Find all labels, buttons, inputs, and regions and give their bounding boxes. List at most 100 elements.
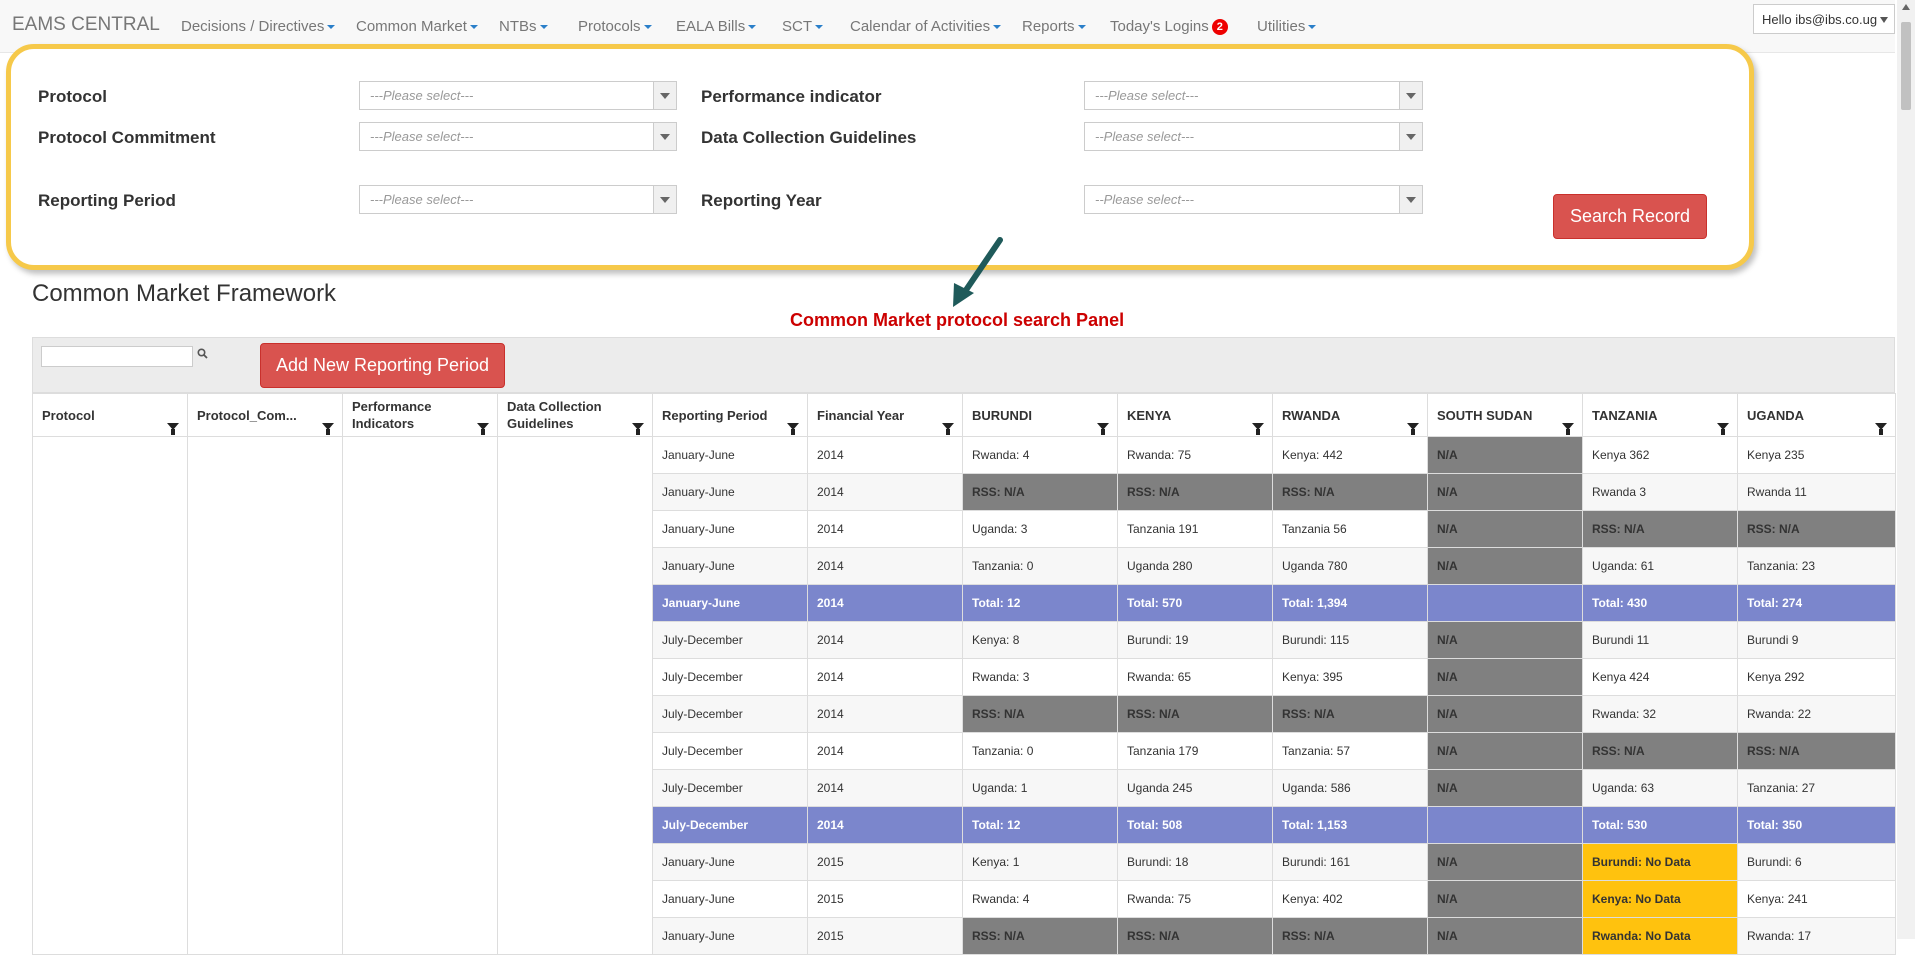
table-cell: Tanzania: 0 [962, 732, 1118, 770]
column-header[interactable]: BURUNDI [962, 393, 1118, 437]
filter-icon[interactable] [1562, 423, 1574, 435]
table-cell: Total: 12 [962, 806, 1118, 844]
table-cell: Kenya: 402 [1272, 880, 1428, 918]
nav-protocols[interactable]: Protocols [578, 18, 652, 35]
table-cell: Tanzania: 23 [1737, 547, 1896, 585]
table-cell: Tanzania: 57 [1272, 732, 1428, 770]
empty-merged-cell [32, 436, 188, 955]
column-header[interactable]: TANZANIA [1582, 393, 1738, 437]
table-cell: Kenya 292 [1737, 658, 1896, 696]
table-cell: Rwanda: 3 [962, 658, 1118, 696]
filter-icon[interactable] [787, 423, 799, 435]
protocol-commitment-select[interactable]: ---Please select--- [359, 122, 677, 151]
select-placeholder: ---Please select--- [370, 88, 474, 103]
table-cell: Rwanda 11 [1737, 473, 1896, 511]
table-cell: Uganda 245 [1117, 769, 1273, 807]
data-collection-guidelines-select[interactable]: --Please select--- [1084, 122, 1423, 151]
nav-label: Protocols [578, 18, 641, 35]
add-new-reporting-period-button[interactable]: Add New Reporting Period [260, 343, 505, 388]
table-cell: 2014 [807, 806, 963, 844]
filter-icon[interactable] [477, 423, 489, 435]
grid-search-input[interactable] [41, 346, 193, 367]
table-cell: Total: 570 [1117, 584, 1273, 622]
nav-common-market[interactable]: Common Market [356, 18, 478, 35]
vertical-scrollbar[interactable] [1897, 0, 1915, 939]
dropdown-arrow-icon [1880, 17, 1888, 23]
table-cell: Kenya 362 [1582, 436, 1738, 474]
table-cell: RSS: N/A [962, 695, 1118, 733]
column-header-label: Data Collection Guidelines [507, 399, 602, 431]
protocol-commitment-label: Protocol Commitment [38, 128, 216, 147]
filter-icon[interactable] [1875, 423, 1887, 435]
column-header[interactable]: KENYA [1117, 393, 1273, 437]
reporting-period-select[interactable]: ---Please select--- [359, 185, 677, 214]
table-cell: N/A [1427, 732, 1583, 770]
dropdown-arrow-icon [1399, 82, 1422, 109]
column-header[interactable]: Data Collection Guidelines [497, 393, 653, 437]
table-cell [1427, 584, 1583, 622]
column-header-label: BURUNDI [972, 407, 1032, 423]
dropdown-arrow-icon [653, 186, 676, 213]
table-cell: Burundi: No Data [1582, 843, 1738, 881]
filter-icon[interactable] [167, 423, 179, 435]
column-header-label: SOUTH SUDAN [1437, 407, 1533, 423]
nav-label: Calendar of Activities [850, 18, 991, 35]
column-header[interactable]: Reporting Period [652, 393, 808, 437]
nav-calendar-of-activities[interactable]: Calendar of Activities [850, 18, 1002, 35]
brand-logo[interactable]: EAMS CENTRAL [12, 14, 160, 36]
nav-ntbs[interactable]: NTBs [499, 18, 548, 35]
table-cell: Kenya 235 [1737, 436, 1896, 474]
magnifier-icon[interactable] [197, 348, 208, 359]
table-row[interactable]: January-June 2014 Rwanda: 4 Rwanda: 75 Kenya… [32, 436, 1896, 955]
table-cell: RSS: N/A [1582, 510, 1738, 548]
table-cell: Kenya: 442 [1272, 436, 1428, 474]
nav-decisions-directives[interactable]: Decisions / Directives [181, 18, 336, 35]
nav-sct[interactable]: SCT [782, 18, 823, 35]
column-header-label: Protocol [42, 407, 95, 423]
nav-eala-bills[interactable]: EALA Bills [676, 18, 757, 35]
filter-icon[interactable] [632, 423, 644, 435]
table-cell: January-June [652, 473, 808, 511]
filter-icon[interactable] [942, 423, 954, 435]
column-header[interactable]: UGANDA [1737, 393, 1896, 437]
table-cell: Rwanda: 32 [1582, 695, 1738, 733]
user-menu-dropdown[interactable]: Hello ibs@ibs.co.ug [1753, 4, 1895, 34]
column-header-label: Financial Year [817, 407, 905, 423]
empty-merged-cell [497, 436, 653, 955]
table-cell: Rwanda: 22 [1737, 695, 1896, 733]
dropdown-arrow-icon [1399, 123, 1422, 150]
nav-todays-logins[interactable]: Today's Logins 2 [1110, 18, 1228, 35]
table-cell: Burundi 11 [1582, 621, 1738, 659]
filter-icon[interactable] [1252, 423, 1264, 435]
logins-count-badge: 2 [1211, 19, 1228, 35]
filter-icon[interactable] [322, 423, 334, 435]
column-header[interactable]: Financial Year [807, 393, 963, 437]
reporting-year-select[interactable]: --Please select--- [1084, 185, 1423, 214]
table-cell: Rwanda: No Data [1582, 917, 1738, 955]
header-row: Protocol Protocol_Com... Performance Indic… [32, 393, 1896, 437]
filter-icon[interactable] [1407, 423, 1419, 435]
scrollbar-thumb[interactable] [1901, 22, 1911, 110]
column-header[interactable]: SOUTH SUDAN [1427, 393, 1583, 437]
table-cell: July-December [652, 621, 808, 659]
table-cell: Total: 430 [1582, 584, 1738, 622]
column-header[interactable]: Performance Indicators [342, 393, 498, 437]
protocol-select[interactable]: ---Please select--- [359, 81, 677, 110]
table-cell: Burundi 9 [1737, 621, 1896, 659]
column-header[interactable]: Protocol_Com... [187, 393, 343, 437]
table-cell: July-December [652, 658, 808, 696]
filter-icon[interactable] [1097, 423, 1109, 435]
caret-down-icon [327, 25, 336, 30]
table-cell: N/A [1427, 510, 1583, 548]
table-cell: RSS: N/A [1272, 917, 1428, 955]
performance-indicator-select[interactable]: ---Please select--- [1084, 81, 1423, 110]
table-cell: Burundi: 19 [1117, 621, 1273, 659]
nav-reports[interactable]: Reports [1022, 18, 1086, 35]
filter-icon[interactable] [1717, 423, 1729, 435]
column-header[interactable]: Protocol [32, 393, 188, 437]
scroll-up-icon[interactable] [1902, 4, 1910, 10]
nav-utilities[interactable]: Utilities [1257, 18, 1317, 35]
search-panel: Protocol ---Please select--- Performance… [6, 44, 1754, 270]
column-header[interactable]: RWANDA [1272, 393, 1428, 437]
search-record-button[interactable]: Search Record [1553, 194, 1707, 239]
